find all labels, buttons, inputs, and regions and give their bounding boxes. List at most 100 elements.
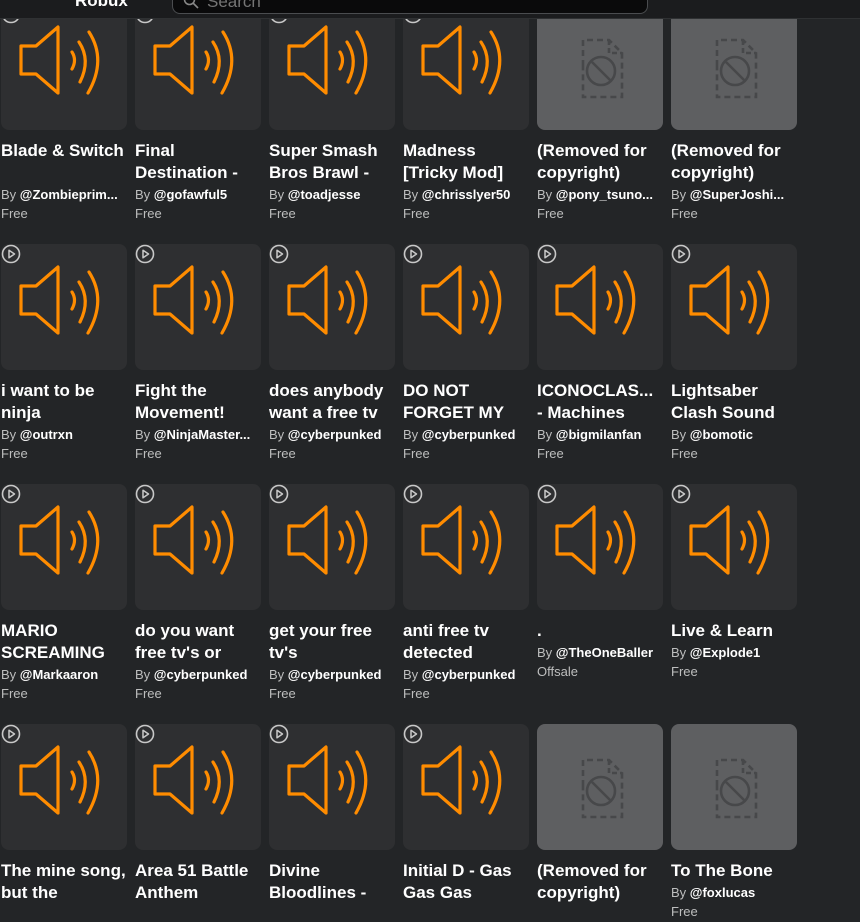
- item-thumbnail[interactable]: [537, 244, 663, 370]
- robux-link[interactable]: Robux: [75, 0, 128, 11]
- audio-item-card[interactable]: MARIO SCREAMING By @Markaaron Free: [1, 484, 127, 704]
- audio-item-card[interactable]: Area 51 Battle Anthem: [135, 724, 261, 904]
- play-button-icon[interactable]: [403, 244, 423, 264]
- play-button-icon[interactable]: [403, 484, 423, 504]
- item-title[interactable]: Lightsaber Clash Sound: [671, 380, 797, 424]
- creator-link[interactable]: @cyberpunked: [288, 667, 382, 682]
- item-title[interactable]: (Removed for copyright): [537, 860, 663, 904]
- creator-link[interactable]: @bigmilanfan: [556, 427, 642, 442]
- item-title[interactable]: Divine Bloodlines -: [269, 860, 395, 904]
- audio-item-card[interactable]: Fight the Movement! By @NinjaMaster... Fre…: [135, 244, 261, 464]
- item-title[interactable]: does anybody want a free tv: [269, 380, 395, 424]
- item-title[interactable]: anti free tv detected: [403, 620, 529, 664]
- play-button-icon[interactable]: [1, 724, 21, 744]
- item-thumbnail[interactable]: [269, 4, 395, 130]
- audio-item-card[interactable]: does anybody want a free tv By @cyberpunk…: [269, 244, 395, 464]
- audio-item-card[interactable]: Lightsaber Clash Sound By @bomotic Free: [671, 244, 797, 464]
- item-thumbnail[interactable]: [671, 484, 797, 610]
- creator-link[interactable]: @cyberpunked: [288, 427, 382, 442]
- item-thumbnail[interactable]: [1, 244, 127, 370]
- play-button-icon[interactable]: [269, 244, 289, 264]
- creator-link[interactable]: @cyberpunked: [154, 667, 248, 682]
- audio-item-card[interactable]: Super Smash Bros Brawl - By @toadjesse Fre…: [269, 4, 395, 224]
- play-button-icon[interactable]: [537, 244, 557, 264]
- item-title[interactable]: Initial D - Gas Gas Gas: [403, 860, 529, 904]
- item-title[interactable]: Super Smash Bros Brawl -: [269, 140, 395, 184]
- item-title[interactable]: do you want free tv's or: [135, 620, 261, 664]
- item-title[interactable]: Madness [Tricky Mod]: [403, 140, 529, 184]
- item-thumbnail[interactable]: [135, 4, 261, 130]
- audio-item-card[interactable]: Madness [Tricky Mod] By @chrisslyer50 Free: [403, 4, 529, 224]
- audio-item-card[interactable]: Divine Bloodlines -: [269, 724, 395, 904]
- creator-link[interactable]: @TheOneBaller: [556, 645, 653, 660]
- play-button-icon[interactable]: [671, 484, 691, 504]
- play-button-icon[interactable]: [537, 484, 557, 504]
- creator-link[interactable]: @foxlucas: [690, 885, 755, 900]
- item-thumbnail[interactable]: [537, 4, 663, 130]
- item-title[interactable]: Area 51 Battle Anthem: [135, 860, 261, 904]
- creator-link[interactable]: @SuperJoshi...: [690, 187, 784, 202]
- item-thumbnail[interactable]: [135, 724, 261, 850]
- play-button-icon[interactable]: [135, 484, 155, 504]
- item-thumbnail[interactable]: [403, 4, 529, 130]
- play-button-icon[interactable]: [671, 244, 691, 264]
- item-thumbnail[interactable]: [403, 244, 529, 370]
- item-title[interactable]: i want to be ninja: [1, 380, 127, 424]
- creator-link[interactable]: @Zombieprim...: [20, 187, 118, 202]
- play-button-icon[interactable]: [1, 484, 21, 504]
- item-title[interactable]: .: [537, 620, 663, 642]
- play-button-icon[interactable]: [135, 724, 155, 744]
- item-title[interactable]: To The Bone: [671, 860, 797, 882]
- creator-link[interactable]: @chrisslyer50: [422, 187, 511, 202]
- audio-item-card[interactable]: To The Bone By @foxlucas Free: [671, 724, 797, 922]
- audio-item-card[interactable]: do you want free tv's or By @cyberpunked F…: [135, 484, 261, 704]
- item-thumbnail[interactable]: [671, 244, 797, 370]
- audio-item-card[interactable]: Live & Learn By @Explode1 Free: [671, 484, 797, 682]
- audio-item-card[interactable]: Final Destination - By @gofawful5 Free: [135, 4, 261, 224]
- creator-link[interactable]: @pony_tsuno...: [556, 187, 653, 202]
- item-thumbnail[interactable]: [403, 484, 529, 610]
- audio-item-card[interactable]: anti free tv detected By @cyberpunked Free: [403, 484, 529, 704]
- play-button-icon[interactable]: [269, 484, 289, 504]
- item-title[interactable]: Blade & Switch: [1, 140, 127, 184]
- audio-item-card[interactable]: get your free tv's By @cyberpunked Free: [269, 484, 395, 704]
- audio-item-card[interactable]: (Removed for copyright) By @pony_tsuno...…: [537, 4, 663, 224]
- creator-link[interactable]: @cyberpunked: [422, 667, 516, 682]
- item-thumbnail[interactable]: [269, 484, 395, 610]
- audio-item-card[interactable]: . By @TheOneBaller Offsale: [537, 484, 663, 682]
- item-thumbnail[interactable]: [671, 724, 797, 850]
- audio-item-card[interactable]: ICONOCLAS... - Machines By @bigmilanfan Fr…: [537, 244, 663, 464]
- creator-link[interactable]: @outrxn: [20, 427, 73, 442]
- audio-item-card[interactable]: (Removed for copyright) By @SuperJoshi...…: [671, 4, 797, 224]
- creator-link[interactable]: @bomotic: [690, 427, 753, 442]
- item-title[interactable]: get your free tv's: [269, 620, 395, 664]
- audio-item-card[interactable]: Initial D - Gas Gas Gas: [403, 724, 529, 904]
- item-title[interactable]: ICONOCLAS... - Machines: [537, 380, 663, 424]
- creator-link[interactable]: @toadjesse: [288, 187, 361, 202]
- item-thumbnail[interactable]: [403, 724, 529, 850]
- creator-link[interactable]: @gofawful5: [154, 187, 227, 202]
- item-thumbnail[interactable]: [537, 724, 663, 850]
- item-title[interactable]: (Removed for copyright): [671, 140, 797, 184]
- creator-link[interactable]: @NinjaMaster...: [154, 427, 250, 442]
- item-title[interactable]: (Removed for copyright): [537, 140, 663, 184]
- creator-link[interactable]: @cyberpunked: [422, 427, 516, 442]
- creator-link[interactable]: @Markaaron: [20, 667, 98, 682]
- item-thumbnail[interactable]: [135, 244, 261, 370]
- audio-item-card[interactable]: Blade & Switch By @Zombieprim... Free: [1, 4, 127, 224]
- item-thumbnail[interactable]: [537, 484, 663, 610]
- creator-link[interactable]: @Explode1: [690, 645, 760, 660]
- play-button-icon[interactable]: [403, 724, 423, 744]
- item-thumbnail[interactable]: [269, 244, 395, 370]
- item-title[interactable]: Final Destination -: [135, 140, 261, 184]
- item-title[interactable]: MARIO SCREAMING: [1, 620, 127, 664]
- item-title[interactable]: The mine song, but the: [1, 860, 127, 904]
- item-title[interactable]: Fight the Movement!: [135, 380, 261, 424]
- play-button-icon[interactable]: [135, 244, 155, 264]
- item-title[interactable]: Live & Learn: [671, 620, 797, 642]
- item-thumbnail[interactable]: [1, 724, 127, 850]
- play-button-icon[interactable]: [1, 244, 21, 264]
- item-thumbnail[interactable]: [1, 4, 127, 130]
- item-thumbnail[interactable]: [671, 4, 797, 130]
- audio-item-card[interactable]: The mine song, but the: [1, 724, 127, 904]
